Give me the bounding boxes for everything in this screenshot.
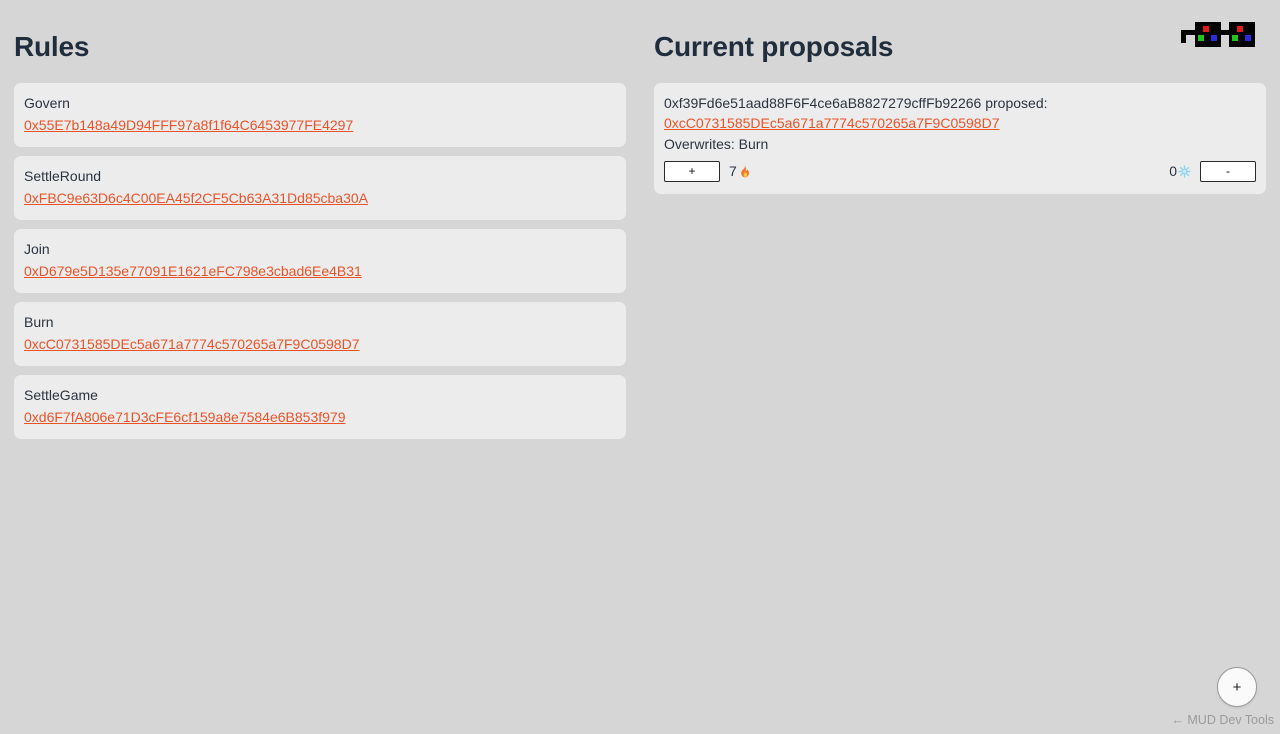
- rule-card-settlegame: SettleGame 0xd6F7fA806e71D3cFE6cf159a8e7…: [14, 374, 626, 439]
- fire-icon: [738, 164, 751, 178]
- rule-address-link[interactable]: 0xd6F7fA806e71D3cFE6cf159a8e7584e6B853f9…: [24, 407, 345, 427]
- downvote-button[interactable]: -: [1200, 160, 1256, 182]
- upvote-button[interactable]: +: [664, 160, 720, 182]
- rule-label: Burn: [24, 313, 54, 330]
- proposal-overwrites-label: Overwrites: Burn: [664, 135, 769, 152]
- rules-panel: Rules Govern 0x55E7b148a49D94FFF97a8f1f6…: [0, 0, 640, 448]
- upvote-group: + 7: [664, 160, 751, 182]
- rule-address-link[interactable]: 0xcC0731585DEc5a671a7774c570265a7F9C0598…: [24, 334, 360, 354]
- app-root: Rules Govern 0x55E7b148a49D94FFF97a8f1f6…: [0, 0, 1280, 734]
- downvote-group: 0 -: [1169, 160, 1256, 182]
- proposal-proposer-line: 0xf39Fd6e51aad88F6F4ce6aB8827279cffFb922…: [664, 94, 1048, 111]
- rule-label: Govern: [24, 94, 70, 111]
- dev-tools-label[interactable]: ← MUD Dev Tools: [1171, 713, 1274, 727]
- rule-card-join: Join 0xD679e5D135e77091E1621eFC798e3cbad…: [14, 228, 626, 293]
- rule-address-link[interactable]: 0x55E7b148a49D94FFF97a8f1f64C6453977FE42…: [24, 115, 353, 135]
- proposal-target-address-link[interactable]: 0xcC0731585DEc5a671a7774c570265a7F9C0598…: [664, 113, 1000, 133]
- dev-tools-corner: + ← MUD Dev Tools: [1120, 644, 1280, 734]
- rule-label: SettleGame: [24, 386, 98, 403]
- proposals-title: Current proposals: [654, 31, 894, 62]
- snowflake-icon: [1178, 165, 1191, 178]
- main-columns: Rules Govern 0x55E7b148a49D94FFF97a8f1f6…: [0, 0, 1280, 448]
- upvote-count-group: 7: [729, 163, 751, 179]
- proposal-card: 0xf39Fd6e51aad88F6F4ce6aB8827279cffFb922…: [654, 82, 1266, 194]
- rule-card-burn: Burn 0xcC0731585DEc5a671a7774c570265a7F9…: [14, 301, 626, 366]
- pixel-blocks-logo: [1181, 19, 1257, 52]
- rules-title: Rules: [14, 31, 90, 62]
- rule-address-link[interactable]: 0xFBC9e63D6c4C00EA45f2CF5Cb63A31Dd85cba3…: [24, 188, 368, 208]
- downvote-count: 0: [1169, 163, 1177, 180]
- proposal-vote-controls: + 7 0 -: [664, 160, 1256, 182]
- rule-label: SettleRound: [24, 167, 102, 184]
- rule-card-govern: Govern 0x55E7b148a49D94FFF97a8f1f64C6453…: [14, 82, 626, 147]
- rule-card-settleround: SettleRound 0xFBC9e63D6c4C00EA45f2CF5Cb6…: [14, 155, 626, 220]
- rule-address-link[interactable]: 0xD679e5D135e77091E1621eFC798e3cbad6Ee4B…: [24, 261, 362, 281]
- dev-tools-add-button[interactable]: +: [1217, 667, 1257, 707]
- downvote-count-group: 0: [1169, 163, 1191, 179]
- rule-label: Join: [24, 240, 50, 257]
- upvote-count: 7: [729, 163, 737, 180]
